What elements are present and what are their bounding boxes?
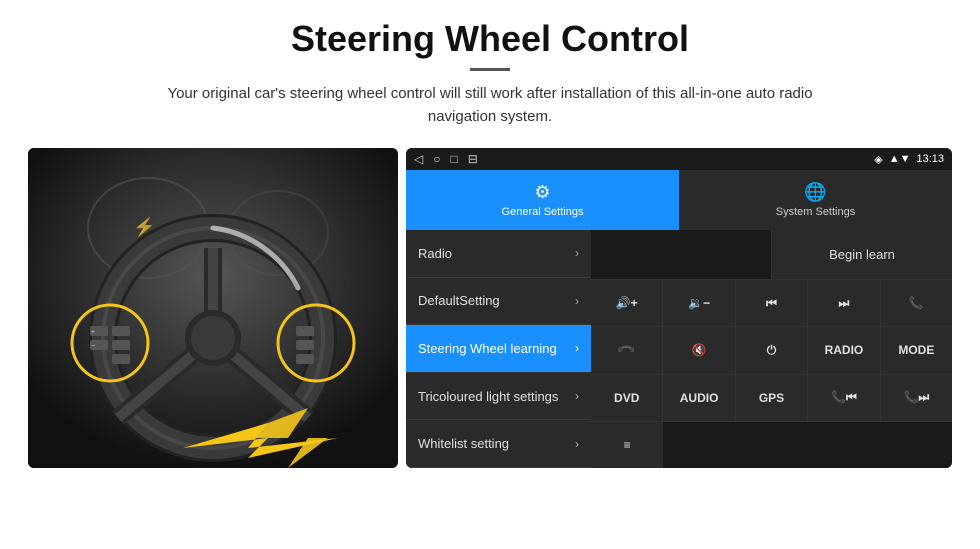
controls-top-row: Begin learn [591, 230, 952, 280]
gps-button[interactable]: GPS [736, 375, 808, 421]
location-icon: ◈ [874, 153, 882, 166]
radio-mode-button[interactable]: RADIO [808, 327, 880, 373]
gps-label: GPS [759, 391, 784, 405]
hang-up-button[interactable]: 📞 [591, 327, 663, 373]
control-row-1: 🔊+ 🔉− ⏮ ⏭ 📞 [591, 280, 952, 327]
tab-general-label: General Settings [502, 206, 584, 218]
header-section: Steering Wheel Control Your original car… [0, 0, 980, 138]
next-track-button[interactable]: ⏭ [808, 280, 880, 326]
list-icon: ≡ [624, 438, 631, 452]
dvd-button[interactable]: DVD [591, 375, 663, 421]
tab-general-settings[interactable]: ⚙ General Settings [406, 170, 679, 230]
nav-back-icon[interactable]: ◁ [414, 152, 423, 166]
prev-track-button[interactable]: ⏮ [736, 280, 808, 326]
menu-list: Radio › DefaultSetting › Steering Wheel … [406, 230, 591, 468]
next-track-icon: ⏭ [839, 296, 850, 311]
phone-next-button[interactable]: 📞⏭ [881, 375, 952, 421]
vol-down-icon: 🔉− [688, 296, 710, 310]
begin-learn-button[interactable]: Begin learn [772, 230, 952, 279]
menu-whitelist-label: Whitelist setting [418, 436, 509, 451]
menu-tricoloured-label: Tricoloured light settings [418, 389, 558, 404]
menu-item-steering-wheel[interactable]: Steering Wheel learning › [406, 325, 591, 373]
system-settings-icon: 🌐 [804, 182, 826, 203]
menu-item-radio[interactable]: Radio › [406, 230, 591, 278]
bottom-content: Radio › DefaultSetting › Steering Wheel … [406, 230, 952, 468]
hang-up-icon: 📞 [616, 340, 636, 360]
chevron-icon: › [575, 341, 579, 355]
menu-radio-label: Radio [418, 246, 452, 261]
phone-icon: 📞 [909, 296, 924, 310]
prev-track-icon: ⏮ [766, 296, 777, 311]
time-display: 13:13 [916, 153, 944, 165]
control-row-3: DVD AUDIO GPS 📞⏮ [591, 375, 952, 422]
tab-bar: ⚙ General Settings 🌐 System Settings [406, 170, 952, 230]
audio-label: AUDIO [680, 391, 719, 405]
power-button[interactable]: ⏻ [736, 327, 808, 373]
android-panel: ◁ ○ □ ⊟ ◈ ▲▼ 13:13 ⚙ General Settings [406, 148, 952, 468]
vol-down-button[interactable]: 🔉− [663, 280, 735, 326]
content-row: ⚡ [0, 138, 980, 549]
tab-system-settings[interactable]: 🌐 System Settings [679, 170, 952, 230]
phone-prev-icon: 📞⏮ [831, 390, 857, 405]
nav-recent-icon[interactable]: □ [450, 152, 457, 166]
control-row-2: 📞 🔇 ⏻ RADIO MO [591, 327, 952, 374]
mode-button[interactable]: MODE [881, 327, 952, 373]
status-bar-nav: ◁ ○ □ ⊟ [414, 152, 478, 166]
list-button[interactable]: ≡ [591, 422, 663, 468]
phone-prev-button[interactable]: 📞⏮ [808, 375, 880, 421]
mute-button[interactable]: 🔇 [663, 327, 735, 373]
nav-home-icon[interactable]: ○ [433, 152, 440, 166]
nav-menu-icon[interactable]: ⊟ [468, 152, 478, 166]
control-row-4: ≡ [591, 422, 952, 468]
empty-display-box [591, 230, 772, 279]
audio-button[interactable]: AUDIO [663, 375, 735, 421]
menu-steering-label: Steering Wheel learning [418, 341, 557, 356]
menu-item-whitelist[interactable]: Whitelist setting › [406, 420, 591, 468]
menu-default-label: DefaultSetting [418, 293, 500, 308]
chevron-icon: › [575, 246, 579, 260]
chevron-icon: › [575, 294, 579, 308]
car-image-panel: ⚡ [28, 148, 398, 468]
page-wrapper: Steering Wheel Control Your original car… [0, 0, 980, 549]
mute-icon: 🔇 [692, 343, 707, 357]
chevron-icon: › [575, 437, 579, 451]
page-subtitle: Your original car's steering wheel contr… [140, 83, 840, 128]
vol-up-icon: 🔊+ [616, 296, 638, 310]
svg-text:+: + [91, 329, 95, 336]
radio-label: RADIO [825, 343, 864, 357]
general-settings-icon: ⚙ [534, 182, 550, 203]
page-title: Steering Wheel Control [60, 18, 920, 60]
chevron-icon: › [575, 389, 579, 403]
vol-up-button[interactable]: 🔊+ [591, 280, 663, 326]
controls-panel: Begin learn 🔊+ 🔉− [591, 230, 952, 468]
menu-item-default-setting[interactable]: DefaultSetting › [406, 278, 591, 326]
signal-icon: ▲▼ [889, 153, 911, 165]
title-divider [470, 68, 510, 71]
phone-pickup-button[interactable]: 📞 [881, 280, 952, 326]
svg-text:−: − [91, 343, 95, 350]
menu-item-tricoloured[interactable]: Tricoloured light settings › [406, 373, 591, 421]
mode-label: MODE [898, 343, 934, 357]
dvd-label: DVD [614, 391, 639, 405]
power-icon: ⏻ [767, 343, 777, 358]
status-bar: ◁ ○ □ ⊟ ◈ ▲▼ 13:13 [406, 148, 952, 170]
controls-grid: 🔊+ 🔉− ⏮ ⏭ 📞 [591, 280, 952, 468]
status-bar-right: ◈ ▲▼ 13:13 [874, 153, 944, 166]
phone-next-icon: 📞⏭ [903, 390, 929, 405]
tab-system-label: System Settings [776, 206, 855, 218]
